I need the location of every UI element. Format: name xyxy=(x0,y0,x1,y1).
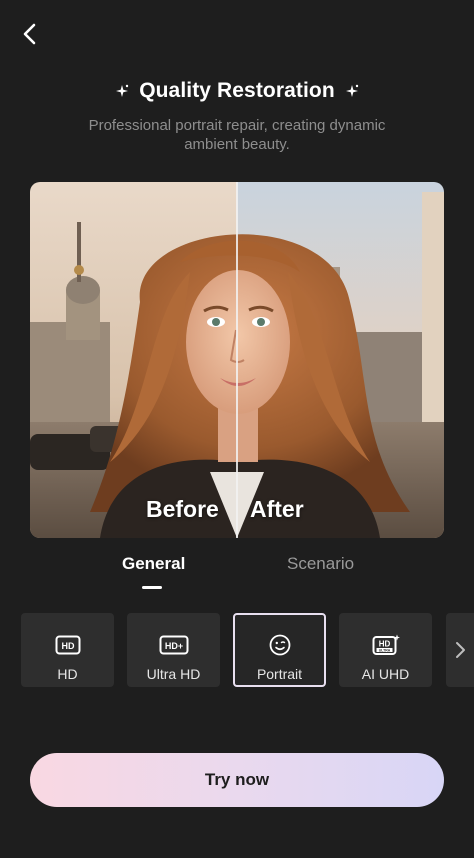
title-row: Quality Restoration xyxy=(0,74,474,108)
quality-restoration-screen: Quality Restoration Professional portrai… xyxy=(0,0,474,858)
option-ultra-hd[interactable]: HD+ Ultra HD xyxy=(127,613,220,687)
try-now-button[interactable]: Try now xyxy=(30,753,444,807)
tab-scenario[interactable]: Scenario xyxy=(287,554,354,574)
option-label: Ultra HD xyxy=(146,666,201,682)
enhance-options: HD HD HD+ Ultra HD Portrait HD ULTRA AI … xyxy=(0,613,474,687)
active-tab-indicator xyxy=(142,586,162,589)
option-label: AI UHD xyxy=(361,666,410,682)
before-after-preview xyxy=(30,182,444,538)
option-ai-uhd[interactable]: HD ULTRA AI UHD xyxy=(339,613,432,687)
option-label: HD xyxy=(57,666,78,682)
option-hd[interactable]: HD HD xyxy=(21,613,114,687)
sparkle-icon xyxy=(345,84,359,98)
hd-plus-icon: HD+ xyxy=(159,634,189,656)
sparkle-icon xyxy=(115,84,129,98)
smile-face-icon xyxy=(269,634,291,656)
after-label: After xyxy=(250,496,304,522)
svg-text:ULTRA: ULTRA xyxy=(378,648,390,652)
more-options-button[interactable] xyxy=(446,613,474,687)
back-button[interactable] xyxy=(14,18,46,50)
svg-text:HD+: HD+ xyxy=(164,641,182,651)
option-portrait[interactable]: Portrait xyxy=(233,613,326,687)
chevron-right-icon xyxy=(456,642,465,658)
svg-text:HD: HD xyxy=(61,641,74,651)
option-label: Portrait xyxy=(256,666,303,682)
hd-icon: HD xyxy=(55,634,81,656)
page-subtitle: Professional portrait repair, creating d… xyxy=(88,117,386,153)
svg-text:HD: HD xyxy=(378,640,390,649)
category-tabs: General Scenario xyxy=(0,548,474,596)
tab-general[interactable]: General xyxy=(122,554,185,574)
chevron-left-icon xyxy=(23,23,36,45)
page-title: Quality Restoration xyxy=(139,79,335,102)
portrait-photo xyxy=(30,182,444,538)
hd-ultra-icon: HD ULTRA xyxy=(372,634,400,656)
before-label: Before xyxy=(146,496,219,522)
